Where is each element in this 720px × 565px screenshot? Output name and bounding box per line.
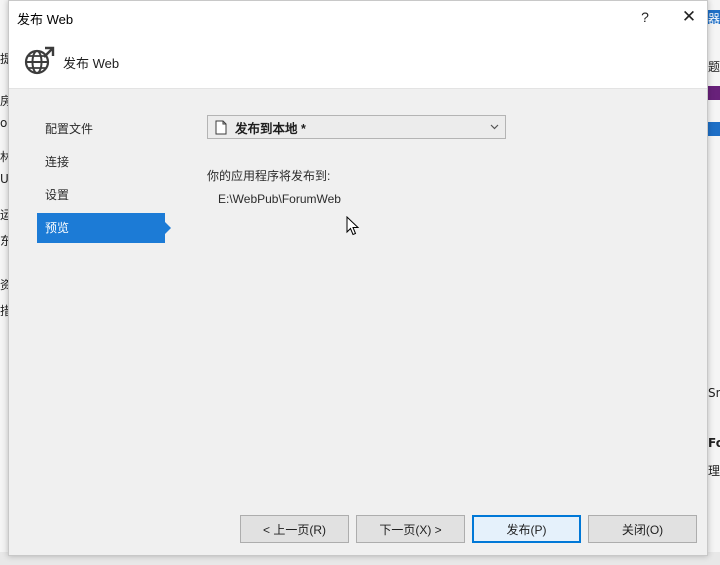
background-marker	[708, 86, 720, 100]
next-button[interactable]: 下一页(X) >	[356, 515, 465, 543]
nav-item-profile[interactable]: 配置文件	[37, 114, 173, 144]
nav-item-preview[interactable]: 预览	[37, 213, 171, 243]
mouse-cursor-icon	[346, 216, 360, 236]
publish-button[interactable]: 发布(P)	[472, 515, 581, 543]
background-text-fragment: Fo	[708, 436, 720, 450]
background-text-fragment: 理	[708, 464, 720, 478]
help-button[interactable]: ?	[623, 1, 667, 32]
nav-item-label: 预览	[45, 221, 70, 235]
title-bar: 发布 Web ? ✕	[9, 1, 707, 32]
publish-web-dialog: 发布 Web ? ✕ 发布 Web 配置文件 连接 设置 预览 发布到本地 * …	[8, 0, 708, 556]
background-marker	[708, 122, 720, 136]
header-title: 发布 Web	[63, 56, 120, 71]
background-text-fragment: 题	[708, 60, 720, 74]
close-icon: ✕	[681, 6, 697, 26]
nav-item-label: 连接	[45, 155, 70, 169]
wizard-nav: 配置文件 连接 设置 预览	[37, 114, 173, 246]
close-window-button[interactable]: ✕	[667, 1, 711, 32]
profile-selected-value: 发布到本地 *	[235, 121, 306, 136]
background-text-fragment: Sn	[708, 386, 720, 400]
chevron-down-icon	[490, 124, 499, 130]
profile-dropdown[interactable]: 发布到本地 *	[207, 115, 506, 139]
document-icon	[215, 120, 227, 134]
nav-item-settings[interactable]: 设置	[37, 180, 173, 210]
dialog-header: 发布 Web	[9, 32, 707, 89]
help-icon: ?	[641, 8, 649, 25]
background-app-right-edge: 器 题 Sn Fo 理	[708, 0, 720, 565]
close-button[interactable]: 关闭(O)	[588, 515, 697, 543]
window-title: 发布 Web	[17, 12, 74, 27]
publish-destination-label: 你的应用程序将发布到:	[207, 169, 331, 183]
nav-item-connection[interactable]: 连接	[37, 147, 173, 177]
previous-button[interactable]: < 上一页(R)	[240, 515, 349, 543]
globe-publish-icon	[24, 46, 55, 75]
nav-item-label: 配置文件	[45, 122, 94, 136]
nav-item-label: 设置	[45, 188, 70, 202]
publish-destination-path: E:\WebPub\ForumWeb	[218, 192, 341, 206]
